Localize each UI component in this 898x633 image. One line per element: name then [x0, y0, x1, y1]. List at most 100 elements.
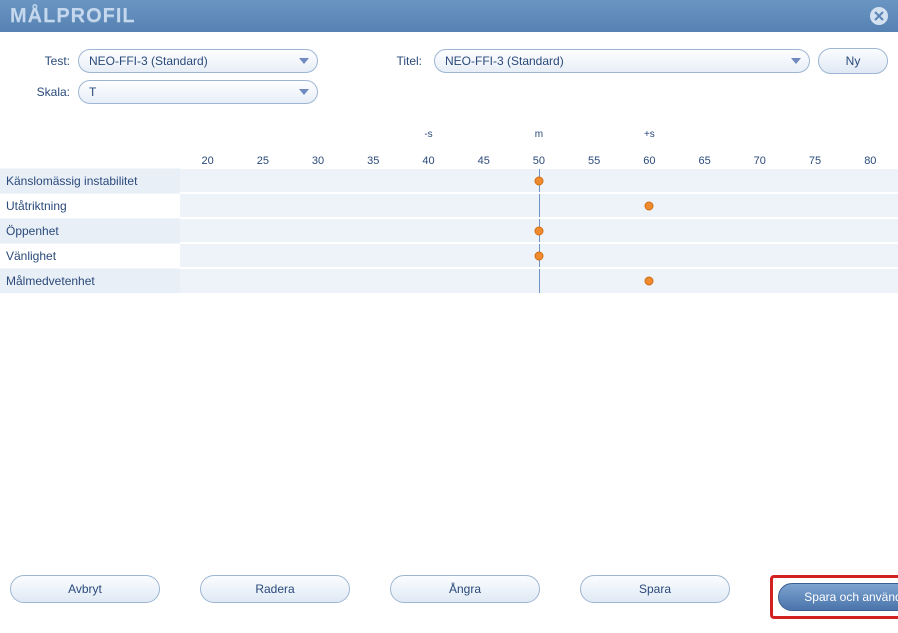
scale-select[interactable]: T — [78, 80, 318, 104]
scale-select-value: T — [89, 85, 96, 99]
chart-cell[interactable] — [456, 193, 511, 218]
chart-cell[interactable] — [456, 168, 511, 193]
chart-cell[interactable] — [567, 243, 622, 268]
chart-cell[interactable] — [787, 168, 842, 193]
chart-cell[interactable] — [235, 243, 290, 268]
chart-cell[interactable] — [401, 168, 456, 193]
chart-cell[interactable] — [511, 243, 566, 268]
chart-cell[interactable] — [401, 193, 456, 218]
chart-cell[interactable] — [346, 268, 401, 293]
chart-cell[interactable] — [180, 193, 235, 218]
axis-tick: 70 — [732, 140, 787, 168]
chart-cell[interactable] — [180, 218, 235, 243]
data-point[interactable] — [645, 201, 654, 210]
chart-cell[interactable] — [511, 193, 566, 218]
chart-cell[interactable] — [622, 268, 677, 293]
chart-cell[interactable] — [235, 268, 290, 293]
chart-cell[interactable] — [567, 218, 622, 243]
row-label: Utåtriktning — [0, 193, 180, 218]
chart-cell[interactable] — [787, 268, 842, 293]
chart-cell[interactable] — [290, 193, 345, 218]
chart-cell[interactable] — [843, 193, 898, 218]
chart-cell[interactable] — [732, 168, 787, 193]
chart-cell[interactable] — [511, 268, 566, 293]
chart-cell[interactable] — [290, 243, 345, 268]
axis-tick: 55 — [567, 140, 622, 168]
chart-cell[interactable] — [401, 243, 456, 268]
chart-cell[interactable] — [567, 168, 622, 193]
chart-cell[interactable] — [677, 168, 732, 193]
table-row: Utåtriktning — [0, 193, 898, 218]
chart-cell[interactable] — [787, 193, 842, 218]
chart-cell[interactable] — [677, 268, 732, 293]
save-use-button[interactable]: Spara och använd — [778, 583, 898, 611]
axis-marker — [235, 112, 290, 140]
chart-cell[interactable] — [622, 243, 677, 268]
axis-marker: -s — [401, 112, 456, 140]
axis-marker: +s — [622, 112, 677, 140]
chart-cell[interactable] — [732, 243, 787, 268]
undo-button-label: Ångra — [449, 582, 481, 596]
chart-cell[interactable] — [567, 193, 622, 218]
chart-cell[interactable] — [622, 168, 677, 193]
chart-cell[interactable] — [180, 243, 235, 268]
axis-tick: 35 — [346, 140, 401, 168]
close-button[interactable] — [870, 7, 888, 25]
chart-cell[interactable] — [843, 218, 898, 243]
chart-cell[interactable] — [235, 168, 290, 193]
data-point[interactable] — [645, 277, 654, 286]
chart-cell[interactable] — [843, 243, 898, 268]
test-select[interactable]: NEO-FFI-3 (Standard) — [78, 49, 318, 73]
new-button[interactable]: Ny — [818, 48, 888, 74]
chart-cell[interactable] — [677, 193, 732, 218]
chart-cell[interactable] — [677, 218, 732, 243]
data-point[interactable] — [534, 226, 543, 235]
chart-cell[interactable] — [401, 268, 456, 293]
table-row: Målmedvetenhet — [0, 268, 898, 293]
chart-cell[interactable] — [677, 243, 732, 268]
chart-cell[interactable] — [622, 193, 677, 218]
chart-cell[interactable] — [787, 218, 842, 243]
chart-cell[interactable] — [732, 268, 787, 293]
chart-cell[interactable] — [346, 168, 401, 193]
chart-cell[interactable] — [622, 218, 677, 243]
table-row: Öppenhet — [0, 218, 898, 243]
chart-cell[interactable] — [346, 193, 401, 218]
data-point[interactable] — [534, 251, 543, 260]
chart-cell[interactable] — [732, 218, 787, 243]
new-button-label: Ny — [846, 54, 861, 68]
test-label: Test: — [10, 54, 70, 68]
chart-cell[interactable] — [235, 193, 290, 218]
table-row: Vänlighet — [0, 243, 898, 268]
chart-cell[interactable] — [787, 243, 842, 268]
chart-cell[interactable] — [732, 193, 787, 218]
chart-cell[interactable] — [290, 218, 345, 243]
chart-cell[interactable] — [567, 268, 622, 293]
highlight-box: Spara och använd — [770, 575, 898, 619]
chart-cell[interactable] — [456, 218, 511, 243]
chart-cell[interactable] — [401, 218, 456, 243]
axis-tick: 80 — [843, 140, 898, 168]
table-row: Känslomässig instabilitet — [0, 168, 898, 193]
cancel-button-label: Avbryt — [68, 582, 102, 596]
axis-marker — [677, 112, 732, 140]
chart-cell[interactable] — [346, 218, 401, 243]
title-select[interactable]: NEO-FFI-3 (Standard) — [434, 49, 810, 73]
chart-cell[interactable] — [843, 268, 898, 293]
chart-cell[interactable] — [456, 268, 511, 293]
row-label: Målmedvetenhet — [0, 268, 180, 293]
chart-cell[interactable] — [180, 268, 235, 293]
chart-cell[interactable] — [511, 218, 566, 243]
chart-cell[interactable] — [456, 243, 511, 268]
chart-cell[interactable] — [180, 168, 235, 193]
chart-cell[interactable] — [346, 243, 401, 268]
axis-marker — [346, 112, 401, 140]
chart-cell[interactable] — [843, 168, 898, 193]
chart-cell[interactable] — [511, 168, 566, 193]
chart-cell[interactable] — [235, 218, 290, 243]
chart-cell[interactable] — [290, 168, 345, 193]
chevron-down-icon — [299, 89, 309, 95]
delete-button-label: Radera — [255, 582, 294, 596]
chart-cell[interactable] — [290, 268, 345, 293]
data-point[interactable] — [534, 176, 543, 185]
